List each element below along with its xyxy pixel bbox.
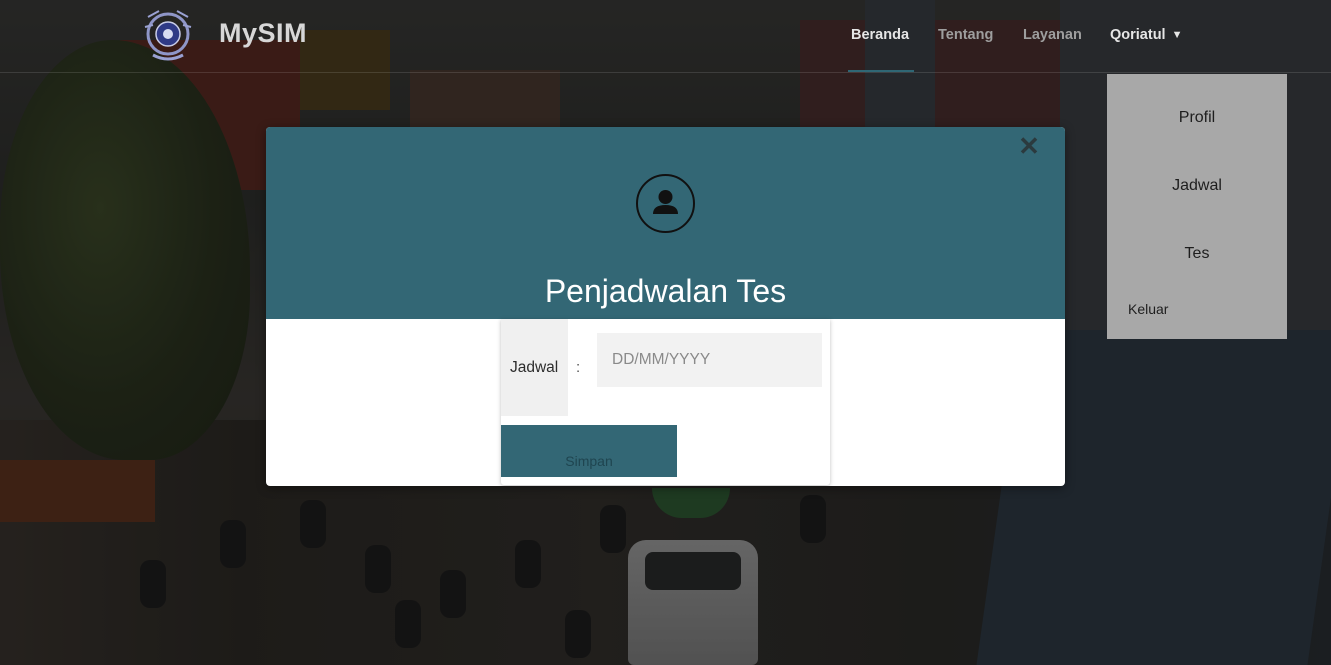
nav-layanan[interactable]: Layanan [1023,27,1082,43]
user-icon [636,174,695,233]
jadwal-label: Jadwal [510,359,559,376]
label-cell: Jadwal [501,319,568,416]
user-dropdown-menu: Profil Jadwal Tes Keluar [1107,74,1287,339]
modal-title: Penjadwalan Tes [544,273,787,309]
schedule-modal: ✕ Penjadwalan Tes Jadwal : Simpan [266,127,1065,486]
nav-beranda[interactable]: Beranda [851,27,909,43]
modal-header: ✕ Penjadwalan Tes [266,127,1065,319]
police-emblem-logo[interactable] [139,5,197,63]
active-nav-indicator [848,70,914,72]
user-menu-label: Qoriatul [1110,27,1166,43]
dropdown-item-jadwal[interactable]: Jadwal [1107,177,1287,195]
schedule-form: Jadwal : Simpan [501,319,830,485]
close-icon[interactable]: ✕ [1018,133,1040,159]
chevron-down-icon: ▼ [1171,29,1183,41]
navbar: MySIM Beranda Tentang Layanan Qoriatul ▼ [0,0,1331,73]
dropdown-item-profil[interactable]: Profil [1107,109,1287,127]
label-separator: : [576,359,581,376]
dropdown-item-tes[interactable]: Tes [1107,245,1287,263]
nav-tentang[interactable]: Tentang [938,27,993,43]
dropdown-item-logout[interactable]: Keluar [1128,301,1168,317]
save-button[interactable]: Simpan [501,425,677,477]
user-menu-toggle[interactable]: Qoriatul ▼ [1110,27,1182,43]
date-input[interactable] [597,333,822,387]
brand-name[interactable]: MySIM [219,18,307,49]
